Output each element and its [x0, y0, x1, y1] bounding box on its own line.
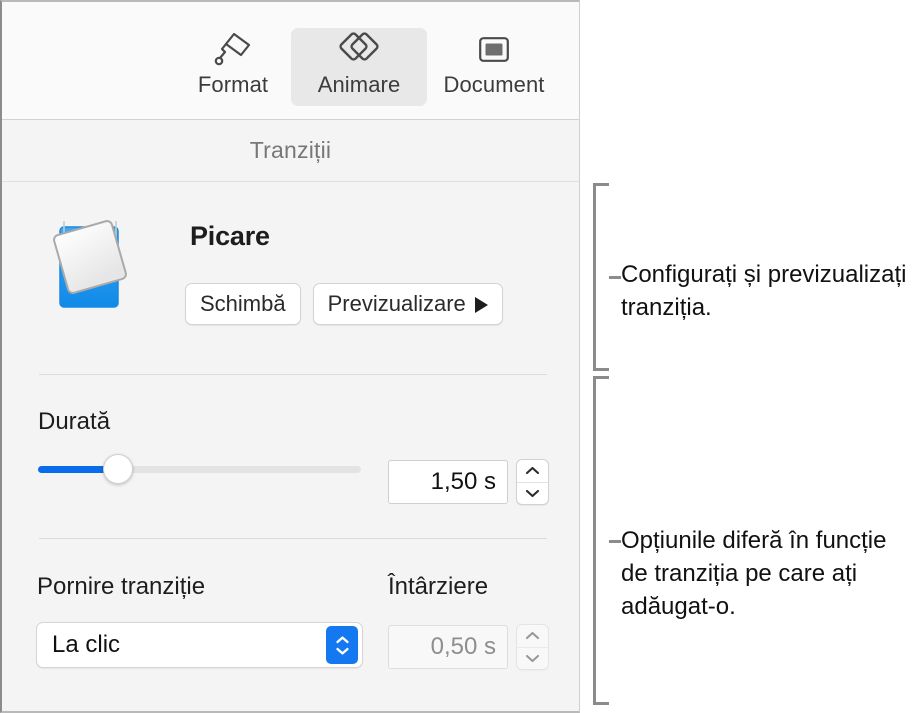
- duration-stepper-up[interactable]: [517, 460, 548, 482]
- transition-actions: Schimbă Previzualizare: [185, 283, 503, 325]
- section-divider: [39, 538, 547, 539]
- callout-tick-bottom: [609, 540, 621, 543]
- delay-value-input[interactable]: 0,50 s: [388, 625, 508, 669]
- delay-stepper-up[interactable]: [517, 625, 548, 647]
- paint-brush-icon: [212, 28, 254, 72]
- up-down-chevrons-icon[interactable]: [326, 626, 358, 664]
- preview-transition-button[interactable]: Previzualizare: [313, 283, 503, 325]
- duration-value-input[interactable]: 1,50 s: [388, 460, 508, 504]
- duration-label: Durată: [38, 408, 110, 436]
- delay-stepper[interactable]: [516, 624, 549, 670]
- transition-thumbnail-icon: [38, 209, 142, 313]
- duration-slider[interactable]: [38, 455, 361, 485]
- delay-label: Întârziere: [388, 573, 488, 601]
- slider-thumb[interactable]: [103, 454, 133, 484]
- preview-transition-label: Previzualizare: [328, 291, 466, 317]
- section-header-tranzitii: Tranziții: [2, 120, 579, 182]
- tab-format-label: Format: [198, 72, 268, 98]
- duration-stepper-down[interactable]: [517, 483, 548, 505]
- change-transition-button[interactable]: Schimbă: [185, 283, 301, 325]
- duration-value-text: 1,50 s: [431, 468, 496, 496]
- change-transition-label: Schimbă: [200, 291, 286, 317]
- inspector-panel: Format Animare Document Tranziții: [0, 0, 580, 713]
- callout-text-bottom: Opțiunile diferă în funcție de tranziția…: [621, 524, 913, 623]
- section-header-label: Tranziții: [250, 137, 331, 164]
- callout-tick-top: [609, 276, 621, 279]
- tab-document-label: Document: [443, 72, 544, 98]
- section-divider: [39, 374, 547, 375]
- callout-bracket-top: [593, 183, 609, 371]
- tab-format[interactable]: Format: [165, 28, 301, 106]
- callout-bracket-bottom: [593, 376, 609, 705]
- tab-animare-label: Animare: [318, 72, 401, 98]
- tab-document[interactable]: Document: [426, 28, 562, 106]
- overlapping-diamonds-icon: [336, 28, 382, 72]
- document-slide-icon: [474, 28, 514, 72]
- delay-stepper-down[interactable]: [517, 648, 548, 670]
- play-triangle-icon: [475, 297, 488, 313]
- tab-animare[interactable]: Animare: [291, 28, 427, 106]
- duration-section: Durată: [2, 382, 579, 532]
- duration-stepper[interactable]: [516, 459, 549, 505]
- callout-text-top: Configurați și previzualizați tranziția.: [621, 258, 911, 324]
- transition-summary-row: Picare Schimbă Previzualizare: [2, 183, 579, 373]
- delay-value-text: 0,50 s: [431, 633, 496, 661]
- start-transition-selected-value: La clic: [37, 631, 326, 659]
- transition-name: Picare: [190, 221, 270, 252]
- inspector-tabbar: Format Animare Document: [2, 2, 579, 120]
- start-transition-label: Pornire tranziție: [37, 573, 205, 601]
- start-transition-select[interactable]: La clic: [36, 622, 363, 668]
